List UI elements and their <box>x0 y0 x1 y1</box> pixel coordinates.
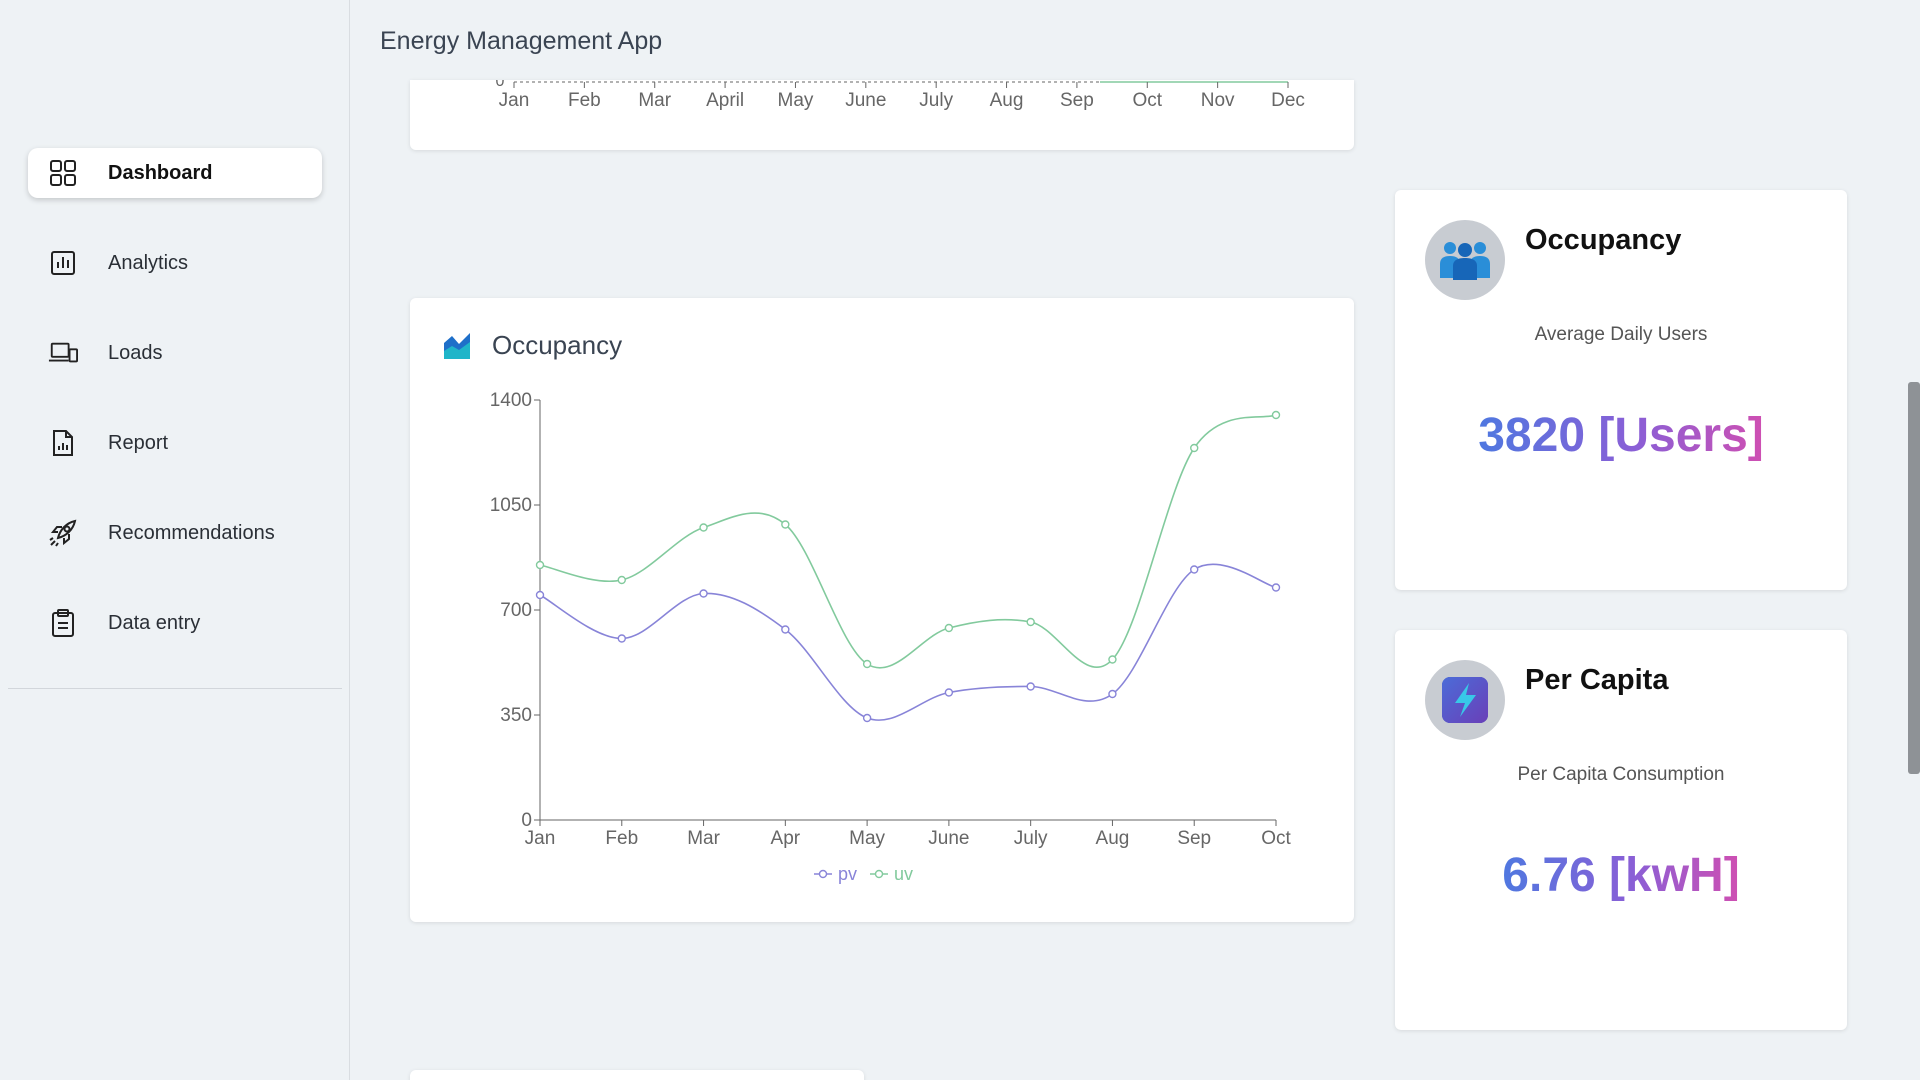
data-point-uv[interactable] <box>699 523 708 532</box>
top-chart-x-tick-label: May <box>778 90 814 111</box>
sidebar-item-dashboard[interactable]: Dashboard <box>28 148 322 198</box>
sidebar-item-data-entry[interactable]: Data entry <box>28 598 322 648</box>
top-chart-card: 0 Jan Feb Mar April May June July Aug Sep Oct Nov De… <box>410 73 1354 150</box>
series-line-pv <box>539 563 1277 721</box>
top-chart-x-tick-label: Mar <box>638 90 671 111</box>
sidebar-divider <box>8 688 342 689</box>
data-point-pv[interactable] <box>1026 682 1035 691</box>
top-chart-x-tick-label: Sep <box>1060 90 1094 111</box>
sidebar-item-recommendations[interactable]: Recommendations <box>28 508 322 558</box>
data-point-pv[interactable] <box>1271 583 1281 592</box>
page-scrollbar[interactable] <box>1908 382 1920 774</box>
x-tick-label: July <box>1014 828 1048 849</box>
x-tick-label: Sep <box>1177 828 1211 849</box>
data-point-pv[interactable] <box>781 625 790 634</box>
top-chart-x-tick-label: Jan <box>499 90 530 111</box>
x-tick-label: Oct <box>1261 828 1291 849</box>
x-tick-label: June <box>928 828 969 849</box>
x-tick-label: Mar <box>687 828 720 849</box>
sidebar: Dashboard Analytics Loads Report Recomme… <box>0 0 350 1080</box>
y-tick-label: 1050 <box>490 495 532 516</box>
data-point-pv[interactable] <box>862 713 872 723</box>
rocket-icon <box>48 518 78 548</box>
bar-chart-icon <box>48 248 78 278</box>
top-chart-x-tick-label: Dec <box>1271 90 1305 111</box>
occupancy-stat-card: Occupancy Average Daily Users 3820 [User… <box>1395 190 1847 590</box>
sidebar-item-loads[interactable]: Loads <box>28 328 322 378</box>
clipboard-icon <box>48 608 78 638</box>
per-capita-stat-value-text: 6.76 [kwH] <box>1502 849 1740 902</box>
sidebar-item-label: Analytics <box>108 251 189 274</box>
y-tick-label: 1400 <box>490 390 532 411</box>
data-point-pv[interactable] <box>1108 689 1117 699</box>
sidebar-nav: Dashboard Analytics Loads Report Recomme… <box>28 148 322 688</box>
data-point-pv[interactable] <box>617 634 626 643</box>
data-point-uv[interactable] <box>1271 410 1281 420</box>
sidebar-item-label: Loads <box>108 341 163 364</box>
sidebar-item-label: Report <box>108 431 169 454</box>
legend-label-pv[interactable]: pv <box>838 864 857 884</box>
x-tick-label: Jan <box>525 828 556 849</box>
sidebar-item-label: Recommendations <box>108 521 275 544</box>
dashboard-grid-icon <box>48 158 78 188</box>
x-tick-label: Feb <box>605 828 638 849</box>
top-chart-svg: 0Jan Feb Mar April May June July Aug Sep Oct Nov De… <box>496 73 1305 111</box>
per-capita-stat-card: Per Capita Per Capita Consumption 6.76 [… <box>1395 630 1847 1030</box>
top-chart-x-tick-label: Nov <box>1201 90 1235 111</box>
legend-label-uv[interactable]: uv <box>894 864 913 884</box>
users-group-icon <box>1425 220 1505 300</box>
top-chart-x-tick-label: April <box>706 90 744 111</box>
top-chart-x-tick-label: Feb <box>568 90 601 111</box>
data-point-pv[interactable] <box>944 688 954 697</box>
top-chart-x-tick-label: July <box>919 90 953 111</box>
sidebar-item-report[interactable]: Report <box>28 418 322 468</box>
data-point-uv[interactable] <box>617 575 626 585</box>
app-title: Energy Management App <box>380 27 663 55</box>
data-point-uv[interactable] <box>1108 655 1117 664</box>
occupancy-stat-value: 3820 [Users] <box>1395 408 1847 463</box>
sidebar-item-analytics[interactable]: Analytics <box>28 238 322 288</box>
x-tick-label: May <box>849 828 885 849</box>
legend-marker-uv <box>874 869 884 879</box>
x-tick-label: Apr <box>771 828 801 849</box>
document-chart-icon <box>48 428 78 458</box>
sidebar-item-label: Data entry <box>108 611 201 634</box>
y-tick-label: 700 <box>500 600 532 621</box>
sidebar-item-label: Dashboard <box>108 161 213 184</box>
legend-marker-pv <box>818 869 828 879</box>
lightning-bolt-icon <box>1425 660 1505 740</box>
data-point-pv[interactable] <box>535 590 545 600</box>
top-chart-y-tick-label: 0 <box>496 80 505 90</box>
per-capita-stat-subtitle: Per Capita Consumption <box>1517 764 1725 785</box>
per-capita-stat-value: 6.76 [kwH] <box>1395 848 1847 903</box>
top-chart-x-tick-label: Oct <box>1132 90 1162 111</box>
data-point-uv[interactable] <box>1190 443 1199 453</box>
devices-icon <box>48 338 78 368</box>
data-point-uv[interactable] <box>535 560 545 570</box>
occupancy-stat-value-text: 3820 [Users] <box>1478 409 1764 462</box>
x-tick-label: Aug <box>1096 828 1130 849</box>
data-point-uv[interactable] <box>944 623 954 633</box>
occupancy-chart-card: Occupancy 0 350 700 1050 1400 Jan Feb Mar Apr May… <box>410 298 1354 922</box>
data-point-uv[interactable] <box>862 659 872 669</box>
next-card <box>410 1070 864 1080</box>
occupancy-stat-subtitle: Average Daily Users <box>1534 324 1708 345</box>
y-tick-label: 350 <box>500 705 532 726</box>
top-chart-x-tick-label: June <box>845 90 886 111</box>
top-chart-x-tick-label: Aug <box>990 90 1024 111</box>
occupancy-line-chart: 035070010501400Jan Feb Mar Apr May June July Au… <box>490 390 1292 884</box>
data-point-uv[interactable] <box>1026 617 1035 627</box>
series-line-uv <box>539 414 1277 669</box>
data-point-pv[interactable] <box>699 589 708 598</box>
per-capita-stat-title: Per Capita <box>1525 664 1669 696</box>
data-point-uv[interactable] <box>781 520 790 529</box>
data-point-pv[interactable] <box>1190 565 1199 574</box>
occupancy-stat-title: Occupancy <box>1525 224 1682 256</box>
